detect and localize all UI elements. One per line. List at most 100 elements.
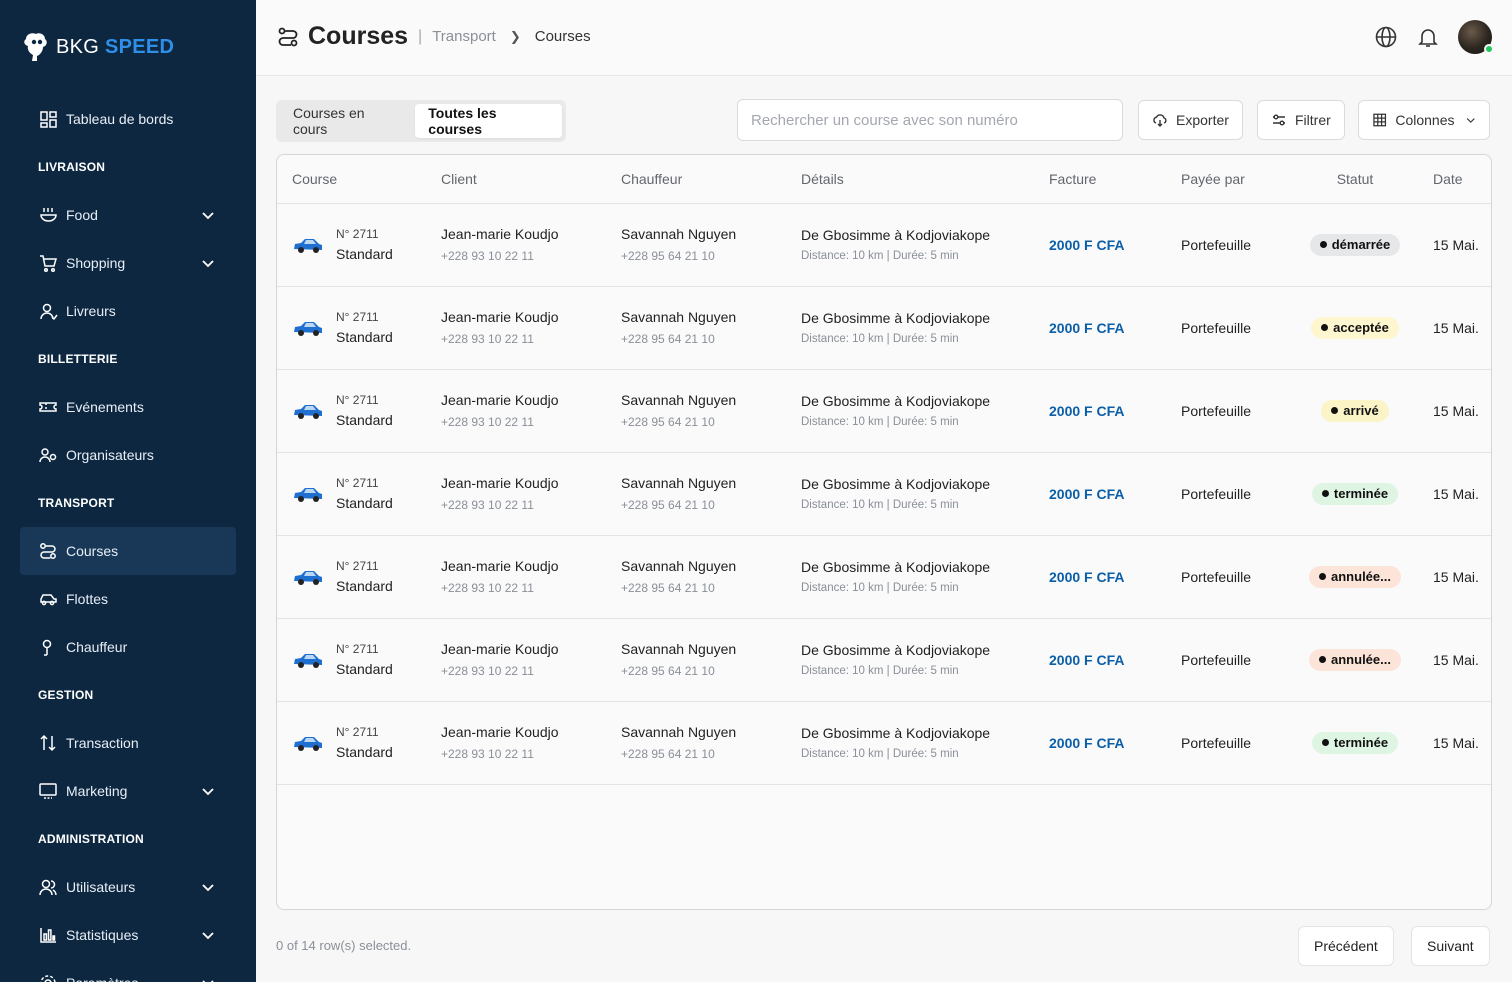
- sidebar-item-parametres[interactable]: Paramètres: [20, 959, 236, 982]
- status-dot: [1321, 324, 1329, 331]
- sidebar-item-tableau-de-bords[interactable]: Tableau de bords: [20, 95, 236, 143]
- chevron-down-icon[interactable]: [200, 975, 216, 982]
- sidebar-section-billetterie: BILLETTERIE: [38, 352, 118, 366]
- globe-icon[interactable]: [1374, 25, 1398, 49]
- sidebar-item-courses[interactable]: Courses: [20, 527, 236, 575]
- avatar[interactable]: [1458, 20, 1494, 54]
- status-label: démarrée: [1331, 237, 1391, 252]
- driver-name: Savannah Nguyen: [621, 724, 737, 740]
- table-row[interactable]: N° 2711 Standard Jean-marie Koudjo +228 93 …: [277, 203, 1491, 286]
- sidebar-item-evenements[interactable]: Evénements: [20, 383, 236, 431]
- transfer-icon: [38, 733, 58, 753]
- route-meta: Distance: 10 km | Durée: 5 min: [801, 499, 959, 511]
- sidebar-item-label: Tableau de bords: [66, 111, 174, 127]
- route-text: De Gbosimme à Kodjoviakope: [801, 725, 991, 741]
- logo-icon: [24, 33, 47, 61]
- car-icon: [38, 589, 58, 609]
- brand-logo[interactable]: BKG SPEED: [20, 30, 174, 64]
- status-label: acceptée: [1333, 320, 1389, 335]
- course-type: Standard: [336, 744, 393, 760]
- sidebar-item-label: Organisateurs: [66, 447, 154, 463]
- course-date: 15 Mai.: [1433, 402, 1479, 419]
- invoice-amount[interactable]: 2000 F CFA: [1049, 403, 1124, 419]
- title-separator: |: [418, 27, 423, 45]
- sidebar-item-organisateurs[interactable]: Organisateurs: [20, 431, 236, 479]
- sidebar-item-flottes[interactable]: Flottes: [20, 575, 236, 623]
- next-page-button[interactable]: Suivant: [1411, 926, 1490, 966]
- table-row[interactable]: N° 2711 Standard Jean-marie Koudjo +228 93 …: [277, 369, 1491, 452]
- user-group-icon: [38, 877, 58, 897]
- driver-name: Savannah Nguyen: [621, 309, 737, 325]
- sidebar-item-shopping[interactable]: Shopping: [20, 239, 236, 287]
- cart-icon: [38, 253, 58, 273]
- route-meta: Distance: 10 km | Durée: 5 min: [801, 333, 959, 345]
- client-phone: +228 93 10 22 11: [441, 415, 534, 429]
- invoice-amount[interactable]: 2000 F CFA: [1049, 735, 1124, 751]
- col-header-details[interactable]: Détails: [801, 155, 1049, 204]
- col-header-client[interactable]: Client: [441, 155, 621, 204]
- user-icon: [38, 301, 58, 321]
- status-label: terminée: [1333, 486, 1389, 501]
- col-header-payee-par[interactable]: Payée par: [1181, 155, 1297, 204]
- table-row[interactable]: N° 2711 Standard Jean-marie Koudjo +228 93 …: [277, 535, 1491, 618]
- client-phone: +228 93 10 22 11: [441, 581, 534, 595]
- previous-page-button[interactable]: Précédent: [1298, 926, 1394, 966]
- paid-by: Portefeuille: [1181, 651, 1252, 668]
- breadcrumb-chevron-icon: ❯: [509, 28, 521, 44]
- sidebar-item-label: Chauffeur: [66, 639, 128, 655]
- chevron-down-icon[interactable]: [200, 927, 216, 943]
- status-label: annulée...: [1331, 569, 1391, 584]
- monitor-icon: [38, 781, 58, 801]
- car-icon: [294, 238, 322, 253]
- chevron-down-icon[interactable]: [200, 207, 216, 223]
- col-header-facture[interactable]: Facture: [1049, 155, 1181, 204]
- sidebar-item-marketing[interactable]: Marketing: [20, 767, 236, 815]
- table-row[interactable]: N° 2711 Standard Jean-marie Koudjo +228 93 …: [277, 286, 1491, 369]
- col-header-course[interactable]: Course: [277, 155, 441, 204]
- sidebar-item-livreurs[interactable]: Livreurs: [20, 287, 236, 335]
- breadcrumb-transport[interactable]: Transport: [432, 28, 496, 45]
- driver-phone: +228 95 64 21 10: [621, 332, 715, 346]
- bell-icon[interactable]: [1416, 25, 1440, 49]
- invoice-amount[interactable]: 2000 F CFA: [1049, 320, 1124, 336]
- client-phone: +228 93 10 22 11: [441, 249, 534, 263]
- table-row[interactable]: N° 2711 Standard Jean-marie Koudjo +228 93 …: [277, 618, 1491, 701]
- course-number: N° 2711: [336, 725, 379, 739]
- sidebar-item-label: Paramètres: [66, 975, 138, 982]
- sidebar: BKG SPEED Tableau de bords LIVRAISON Food S…: [0, 0, 256, 982]
- sidebar-item-label: Food: [66, 207, 98, 223]
- tab-courses-en-cours[interactable]: Courses en cours: [280, 104, 411, 138]
- chevron-down-icon[interactable]: [200, 879, 216, 895]
- course-date: 15 Mai.: [1433, 734, 1479, 751]
- status-dot: [1319, 573, 1327, 580]
- col-header-date[interactable]: Date: [1413, 155, 1491, 204]
- export-button[interactable]: Exporter: [1138, 100, 1243, 140]
- filter-button[interactable]: Filtrer: [1257, 100, 1345, 140]
- chevron-down-icon[interactable]: [200, 255, 216, 271]
- filter-label: Filtrer: [1295, 112, 1331, 128]
- col-header-statut[interactable]: Statut: [1297, 155, 1413, 204]
- export-label: Exporter: [1176, 112, 1229, 128]
- course-tabs: Courses en cours Toutes les courses: [276, 100, 566, 142]
- invoice-amount[interactable]: 2000 F CFA: [1049, 652, 1124, 668]
- car-icon: [294, 653, 322, 668]
- columns-button[interactable]: Colonnes: [1358, 100, 1490, 140]
- top-header: Courses | Transport ❯ Courses: [256, 0, 1512, 76]
- sidebar-item-statistiques[interactable]: Statistiques: [20, 911, 236, 959]
- col-header-chauffeur[interactable]: Chauffeur: [621, 155, 801, 204]
- course-date: 15 Mai.: [1433, 651, 1479, 668]
- sidebar-item-utilisateurs[interactable]: Utilisateurs: [20, 863, 236, 911]
- invoice-amount[interactable]: 2000 F CFA: [1049, 237, 1124, 253]
- sidebar-item-food[interactable]: Food: [20, 191, 236, 239]
- chevron-down-icon[interactable]: [200, 783, 216, 799]
- invoice-amount[interactable]: 2000 F CFA: [1049, 486, 1124, 502]
- tab-toutes-les-courses[interactable]: Toutes les courses: [415, 104, 562, 138]
- status-badge: terminée: [1311, 731, 1399, 754]
- invoice-amount[interactable]: 2000 F CFA: [1049, 569, 1124, 585]
- table-row[interactable]: N° 2711 Standard Jean-marie Koudjo +228 93 …: [277, 452, 1491, 535]
- sidebar-item-transaction[interactable]: Transaction: [20, 719, 236, 767]
- paid-by: Portefeuille: [1181, 568, 1252, 585]
- search-input[interactable]: [737, 99, 1123, 141]
- sidebar-item-chauffeur[interactable]: Chauffeur: [20, 623, 236, 671]
- table-row[interactable]: N° 2711 Standard Jean-marie Koudjo +228 93 …: [277, 701, 1491, 784]
